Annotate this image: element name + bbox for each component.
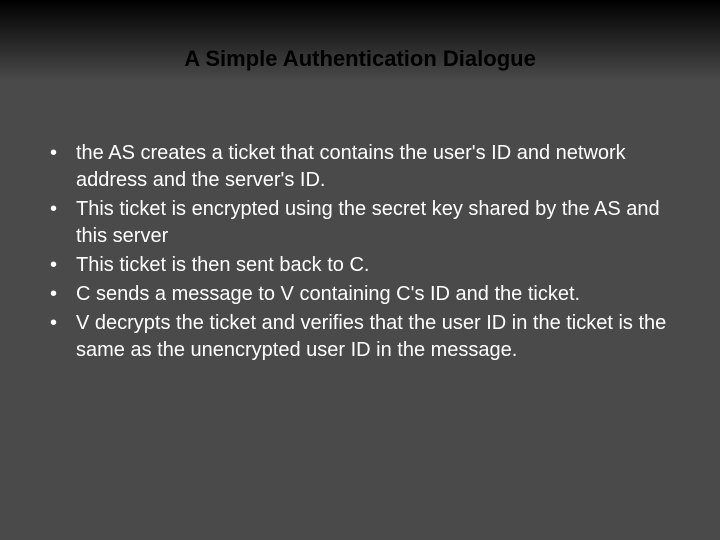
bullet-text: the AS creates a ticket that contains th… bbox=[76, 140, 672, 194]
list-item: • This ticket is encrypted using the sec… bbox=[48, 196, 672, 250]
bullet-icon: • bbox=[48, 140, 76, 194]
bullet-text: C sends a message to V containing C's ID… bbox=[76, 281, 672, 308]
slide-title: A Simple Authentication Dialogue bbox=[0, 46, 720, 72]
slide-content: • the AS creates a ticket that contains … bbox=[48, 140, 672, 366]
list-item: • the AS creates a ticket that contains … bbox=[48, 140, 672, 194]
bullet-text: This ticket is then sent back to C. bbox=[76, 252, 672, 279]
slide: A Simple Authentication Dialogue • the A… bbox=[0, 0, 720, 540]
list-item: • C sends a message to V containing C's … bbox=[48, 281, 672, 308]
bullet-icon: • bbox=[48, 310, 76, 364]
bullet-text: This ticket is encrypted using the secre… bbox=[76, 196, 672, 250]
list-item: • V decrypts the ticket and verifies tha… bbox=[48, 310, 672, 364]
bullet-icon: • bbox=[48, 196, 76, 250]
bullet-icon: • bbox=[48, 281, 76, 308]
list-item: • This ticket is then sent back to C. bbox=[48, 252, 672, 279]
bullet-icon: • bbox=[48, 252, 76, 279]
bullet-text: V decrypts the ticket and verifies that … bbox=[76, 310, 672, 364]
